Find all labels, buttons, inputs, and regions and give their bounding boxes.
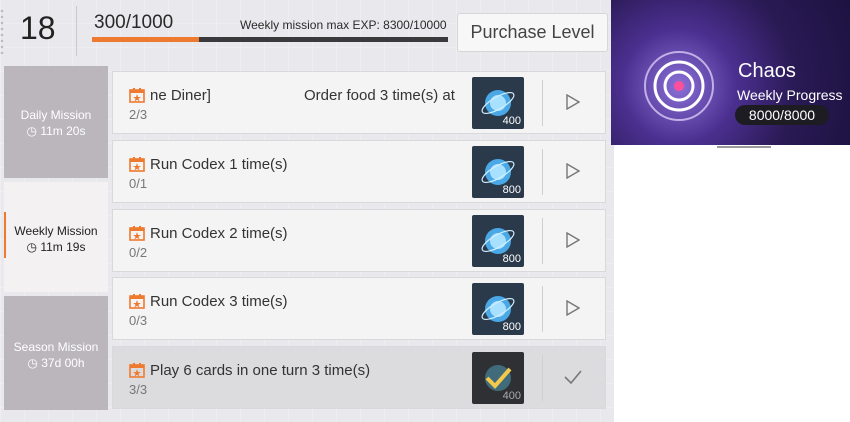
reward-item[interactable]: 400 xyxy=(472,77,524,129)
mission-row: Run Codex 3 time(s) 0/3 800 xyxy=(112,277,606,340)
mission-row: Run Codex 2 time(s) 0/2 800 xyxy=(112,209,606,272)
mission-title-cont: Order food 3 time(s) at xyxy=(304,87,455,104)
mission-progress: 0/3 xyxy=(129,313,148,328)
panel-title: Chaos xyxy=(738,60,796,82)
mission-row: ne Diner] Order food 3 time(s) at 2/3 40… xyxy=(112,71,606,134)
tab-label: Season Mission xyxy=(13,340,99,354)
play-triangle-icon[interactable] xyxy=(566,94,580,110)
divider xyxy=(542,218,543,264)
reward-amount: 400 xyxy=(502,115,521,127)
chaos-progress-panel: Chaos Weekly Progress 8000/8000 xyxy=(611,0,850,145)
reward-item[interactable]: 800 xyxy=(472,283,524,335)
purchase-level-button[interactable]: Purchase Level xyxy=(457,13,608,52)
mission-title: Play 6 cards in one turn 3 time(s) xyxy=(150,362,371,379)
play-triangle-icon[interactable] xyxy=(566,232,580,248)
calendar-star-icon xyxy=(129,226,145,241)
divider xyxy=(542,355,543,401)
reward-amount: 400 xyxy=(502,390,521,402)
calendar-star-icon xyxy=(129,157,145,172)
chaos-emblem-icon xyxy=(644,51,714,121)
mission-progress: 3/3 xyxy=(129,382,148,397)
mission-progress: 2/3 xyxy=(129,107,148,122)
play-triangle-icon[interactable] xyxy=(566,163,580,179)
mission-title: Run Codex 1 time(s) xyxy=(150,156,288,173)
calendar-star-icon xyxy=(129,294,145,309)
divider xyxy=(717,146,771,148)
divider xyxy=(542,286,543,332)
reward-amount: 800 xyxy=(502,184,521,196)
tab-label: Daily Mission xyxy=(20,108,92,122)
tab-timer: ◷ 11m 19s xyxy=(26,240,86,254)
exp-progress-fill xyxy=(92,37,199,42)
mission-row-completed: Play 6 cards in one turn 3 time(s) 3/3 4… xyxy=(112,346,606,409)
reward-item[interactable]: 800 xyxy=(472,146,524,198)
mission-progress: 0/1 xyxy=(129,176,148,191)
divider xyxy=(542,80,543,126)
exp-progress-bar xyxy=(92,37,448,42)
clock-icon: ◷ xyxy=(26,124,37,138)
mission-row: Run Codex 1 time(s) 0/1 800 xyxy=(112,140,606,203)
weekly-progress-value: 8000/8000 xyxy=(735,105,829,125)
reward-amount: 800 xyxy=(502,321,521,333)
clock-icon: ◷ xyxy=(27,356,38,370)
clock-icon: ◷ xyxy=(26,240,37,254)
tab-timer: ◷ 37d 00h xyxy=(27,356,85,370)
divider xyxy=(542,149,543,195)
checkmark-icon xyxy=(564,370,582,385)
play-triangle-icon[interactable] xyxy=(566,300,580,316)
reward-item-claimed: 400 xyxy=(472,352,524,404)
level-number: 18 xyxy=(20,10,56,46)
level-header: 18 300/1000 Weekly mission max EXP: 8300… xyxy=(0,0,614,62)
reward-item[interactable]: 800 xyxy=(472,215,524,267)
tab-label: Weekly Mission xyxy=(14,224,98,238)
mission-progress: 0/2 xyxy=(129,245,148,260)
mission-title: Run Codex 2 time(s) xyxy=(150,225,288,242)
mission-panel: 18 300/1000 Weekly mission max EXP: 8300… xyxy=(0,0,614,422)
mission-title: ne Diner] xyxy=(150,87,211,104)
exp-value: 300/1000 xyxy=(94,12,174,33)
tab-season-mission[interactable]: Season Mission ◷ 37d 00h xyxy=(4,296,108,410)
weekly-max-exp: Weekly mission max EXP: 8300/10000 xyxy=(240,18,447,32)
panel-subtitle: Weekly Progress xyxy=(737,87,843,103)
tab-timer: ◷ 11m 20s xyxy=(26,124,86,138)
mission-title: Run Codex 3 time(s) xyxy=(150,293,288,310)
calendar-star-icon xyxy=(129,363,145,378)
tab-weekly-mission[interactable]: Weekly Mission ◷ 11m 19s xyxy=(4,182,108,292)
tab-daily-mission[interactable]: Daily Mission ◷ 11m 20s xyxy=(4,66,108,178)
reward-amount: 800 xyxy=(502,253,521,265)
calendar-star-icon xyxy=(129,88,145,103)
